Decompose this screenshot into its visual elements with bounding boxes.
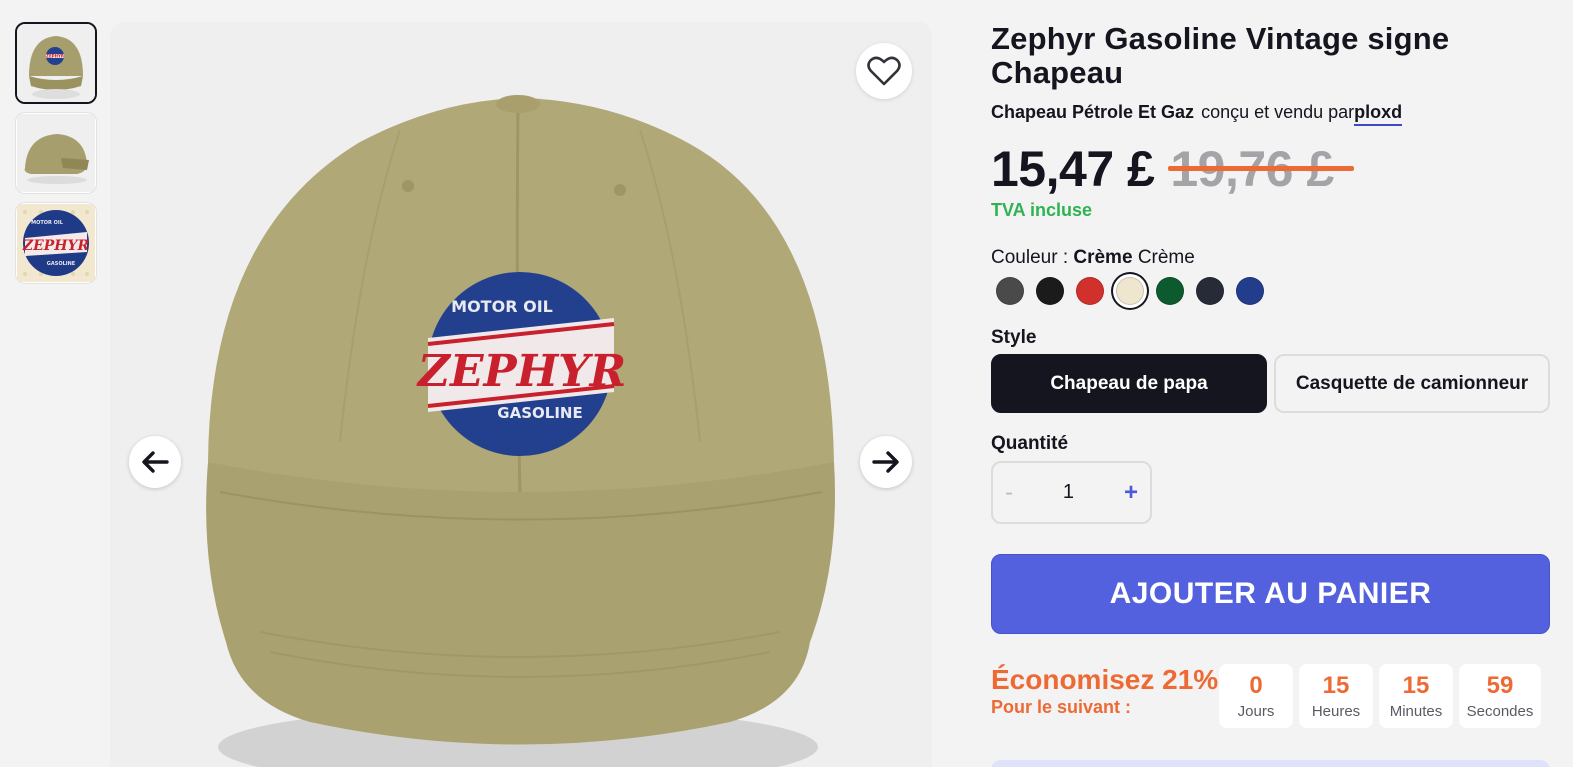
byline: Chapeau Pétrole Et Gaz conçu et vendu pa… xyxy=(991,102,1551,126)
vat-note: TVA incluse xyxy=(991,200,1093,220)
color-swatch[interactable] xyxy=(996,277,1024,305)
promo-next-text: Pour le suivant : xyxy=(991,697,1132,717)
svg-text:GASOLINE: GASOLINE xyxy=(497,404,582,422)
style-option-dad-hat[interactable]: Chapeau de papa xyxy=(991,354,1267,413)
cap-image: ZEPHYR MOTOR OIL GASOLINE xyxy=(206,95,835,767)
style-option-trucker-cap[interactable]: Casquette de camionneur xyxy=(1274,354,1550,413)
svg-text:ZEPHYR: ZEPHYR xyxy=(46,54,64,59)
favorite-button[interactable] xyxy=(856,43,912,99)
designed-by-text: conçu et vendu par xyxy=(1201,102,1355,122)
original-price: 19,76 £ xyxy=(1168,140,1354,198)
countdown-timer: 0 Jours 15 Heures 15 Minutes 59 Secondes xyxy=(1219,664,1541,728)
color-swatch[interactable] xyxy=(1236,277,1264,305)
svg-text:ZEPHYR: ZEPHYR xyxy=(416,346,626,397)
svg-text:GASOLINE: GASOLINE xyxy=(47,261,76,267)
timer-seconds-value: 59 xyxy=(1486,672,1514,699)
designer-link[interactable]: ploxd xyxy=(1354,102,1403,126)
svg-text:ZEPHYR: ZEPHYR xyxy=(22,238,89,254)
product-category-link[interactable]: Chapeau Pétrole Et Gaz xyxy=(991,102,1194,123)
timer-minutes-unit: Minutes xyxy=(1389,703,1443,720)
sticker-design-thumbnail-icon: ZEPHYR MOTOR OIL GASOLINE xyxy=(17,204,95,282)
main-product-image: ZEPHYR MOTOR OIL GASOLINE xyxy=(110,22,932,767)
timer-hours: 15 Heures xyxy=(1299,664,1373,728)
product-title: Zephyr Gasoline Vintage signe Chapeau xyxy=(991,21,1450,90)
promo-section: Économisez 21% Pour le suivant : 0 Jours… xyxy=(991,664,1551,728)
thumbnail-list: ZEPHYR ZEPHYR MOTOR OIL GASOLINE xyxy=(15,22,97,292)
color-selected-name: Crème xyxy=(1137,247,1195,268)
heart-icon xyxy=(867,56,901,86)
color-label-prefix: Couleur : xyxy=(991,247,1074,268)
cap-front-thumbnail-icon: ZEPHYR xyxy=(17,24,95,102)
next-section-edge xyxy=(991,760,1550,767)
svg-text:MOTOR OIL: MOTOR OIL xyxy=(31,220,64,226)
promo-text: Économisez 21% Pour le suivant : xyxy=(991,664,1219,718)
style-label: Style xyxy=(991,327,1037,348)
color-swatches xyxy=(991,277,1551,305)
color-swatch[interactable] xyxy=(1196,277,1224,305)
color-label: Couleur : Crème Crème xyxy=(991,247,1551,269)
timer-minutes-value: 15 xyxy=(1402,672,1430,699)
color-swatch[interactable] xyxy=(1036,277,1064,305)
arrow-left-icon xyxy=(142,451,169,473)
product-details: Zephyr Gasoline Vintage signe Chapeau Ch… xyxy=(991,22,1551,728)
quantity-stepper: - 1 + xyxy=(991,461,1152,524)
color-swatch[interactable] xyxy=(1076,277,1104,305)
thumbnail-cap-front[interactable]: ZEPHYR xyxy=(15,22,97,104)
strikethrough-line xyxy=(1168,166,1354,171)
timer-hours-value: 15 xyxy=(1322,672,1350,699)
timer-days-unit: Jours xyxy=(1237,703,1275,720)
timer-days: 0 Jours xyxy=(1219,664,1293,728)
price-row: 15,47 £ 19,76 £ xyxy=(991,140,1551,198)
previous-image-button[interactable] xyxy=(129,436,181,488)
next-image-button[interactable] xyxy=(860,436,912,488)
current-price: 15,47 £ xyxy=(991,141,1155,197)
timer-seconds-unit: Secondes xyxy=(1466,703,1534,720)
timer-hours-unit: Heures xyxy=(1311,703,1361,720)
product-page: ZEPHYR ZEPHYR MOTOR OIL GASOLINE ZEPHYR … xyxy=(0,0,1573,767)
quantity-value[interactable]: 1 xyxy=(1063,481,1074,504)
thumbnail-sticker-design[interactable]: ZEPHYR MOTOR OIL GASOLINE xyxy=(15,202,97,284)
timer-minutes: 15 Minutes xyxy=(1379,664,1453,728)
cap-back-thumbnail-icon xyxy=(17,114,95,192)
quantity-decrease-button[interactable]: - xyxy=(1005,479,1013,507)
style-options: Chapeau de papa Casquette de camionneur xyxy=(991,354,1551,413)
add-to-cart-button[interactable]: AJOUTER AU PANIER xyxy=(991,554,1550,634)
arrow-right-icon xyxy=(872,451,899,473)
thumbnail-cap-back[interactable] xyxy=(15,112,97,194)
quantity-label: Quantité xyxy=(991,433,1069,454)
timer-days-value: 0 xyxy=(1249,672,1263,699)
timer-seconds: 59 Secondes xyxy=(1459,664,1541,728)
quantity-increase-button[interactable]: + xyxy=(1124,479,1138,507)
color-swatch[interactable] xyxy=(1156,277,1184,305)
color-swatch[interactable] xyxy=(1116,277,1144,305)
savings-text: Économisez 21% xyxy=(991,664,1219,695)
svg-text:MOTOR OIL: MOTOR OIL xyxy=(451,297,553,316)
color-selected-bold: Crème xyxy=(1073,247,1133,268)
